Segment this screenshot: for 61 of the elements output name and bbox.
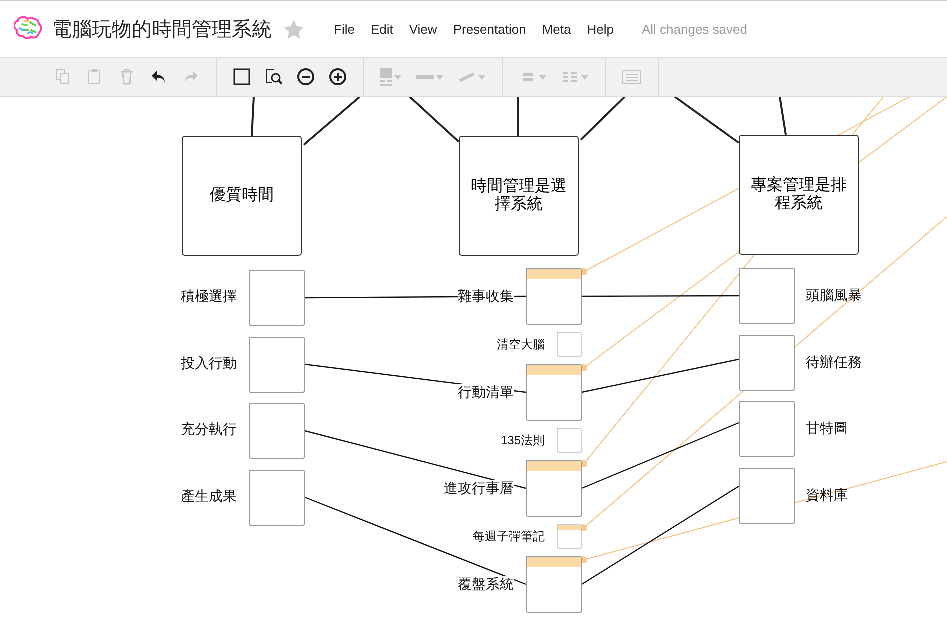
zoom-in-icon [329,68,347,86]
topic-label: 充分執行 [181,421,237,439]
connector-line [409,97,460,143]
topic-box[interactable] [739,401,795,457]
caret-icon [394,74,402,80]
zoom-fit-icon [265,68,283,86]
topic-box[interactable] [249,403,305,459]
topic-node[interactable]: 優質時間 [182,136,302,256]
topic-box[interactable] [249,470,305,526]
caret-icon [581,74,589,80]
topic-box[interactable] [739,468,795,524]
connector-line [779,97,787,136]
topic-box[interactable] [739,268,795,324]
topic-box[interactable] [249,270,305,326]
menu-item[interactable]: File [328,20,361,38]
topic-label: 投入行動 [181,354,237,372]
caret-icon [478,74,486,80]
topic-label: 甘特圖 [806,420,848,438]
topic-box[interactable] [526,556,582,613]
square-icon [233,68,251,86]
topic-box[interactable] [526,460,582,517]
topic-label: 行動清單 [458,384,514,402]
note-box[interactable] [557,428,582,453]
topic-label: 每週子彈筆記 [473,528,545,545]
connector-line [303,97,361,146]
topic-label: 待辦任務 [806,354,862,372]
menu-item[interactable]: View [403,20,444,38]
topic-label: 積極選擇 [181,288,237,306]
topic-node[interactable]: 專案管理是排程系統 [739,135,859,255]
menu-item[interactable]: Presentation [447,20,532,38]
menu-item[interactable]: Meta [536,20,578,38]
delete-icon [118,68,136,86]
topic-label: 進攻行事曆 [444,480,514,498]
brain-logo-icon [14,16,42,42]
topic-label: 清空大腦 [497,336,545,353]
topic-node[interactable]: 時間管理是選擇系統 [459,136,579,256]
list-icon [622,68,642,86]
connector-line [251,97,255,136]
star-icon[interactable] [284,20,304,38]
topic-label: 雜事收集 [458,288,514,306]
topic-label: 覆盤系統 [458,576,514,594]
topic-label: 產生成果 [181,488,237,506]
topic-box[interactable] [739,334,795,390]
zoom-out-icon [297,68,315,86]
menu-item[interactable]: Help [581,20,620,38]
note-box[interactable] [557,524,582,549]
node-style-icon [380,68,392,86]
topic-label: 135法則 [500,432,545,449]
connector-line [517,97,519,136]
map-title[interactable]: 電腦玩物的時間管理系統 [52,16,272,42]
topic-box[interactable] [526,364,582,421]
caret-icon [539,74,547,80]
topic-box[interactable] [249,336,305,392]
menu-item[interactable]: Edit [364,20,400,38]
note-box[interactable] [557,332,582,357]
connector-line [580,97,626,141]
topic-box[interactable] [526,268,582,325]
copy-icon [54,68,72,86]
connector-line [674,97,740,144]
caret-icon [436,74,444,80]
save-status: All changes saved [642,22,748,36]
